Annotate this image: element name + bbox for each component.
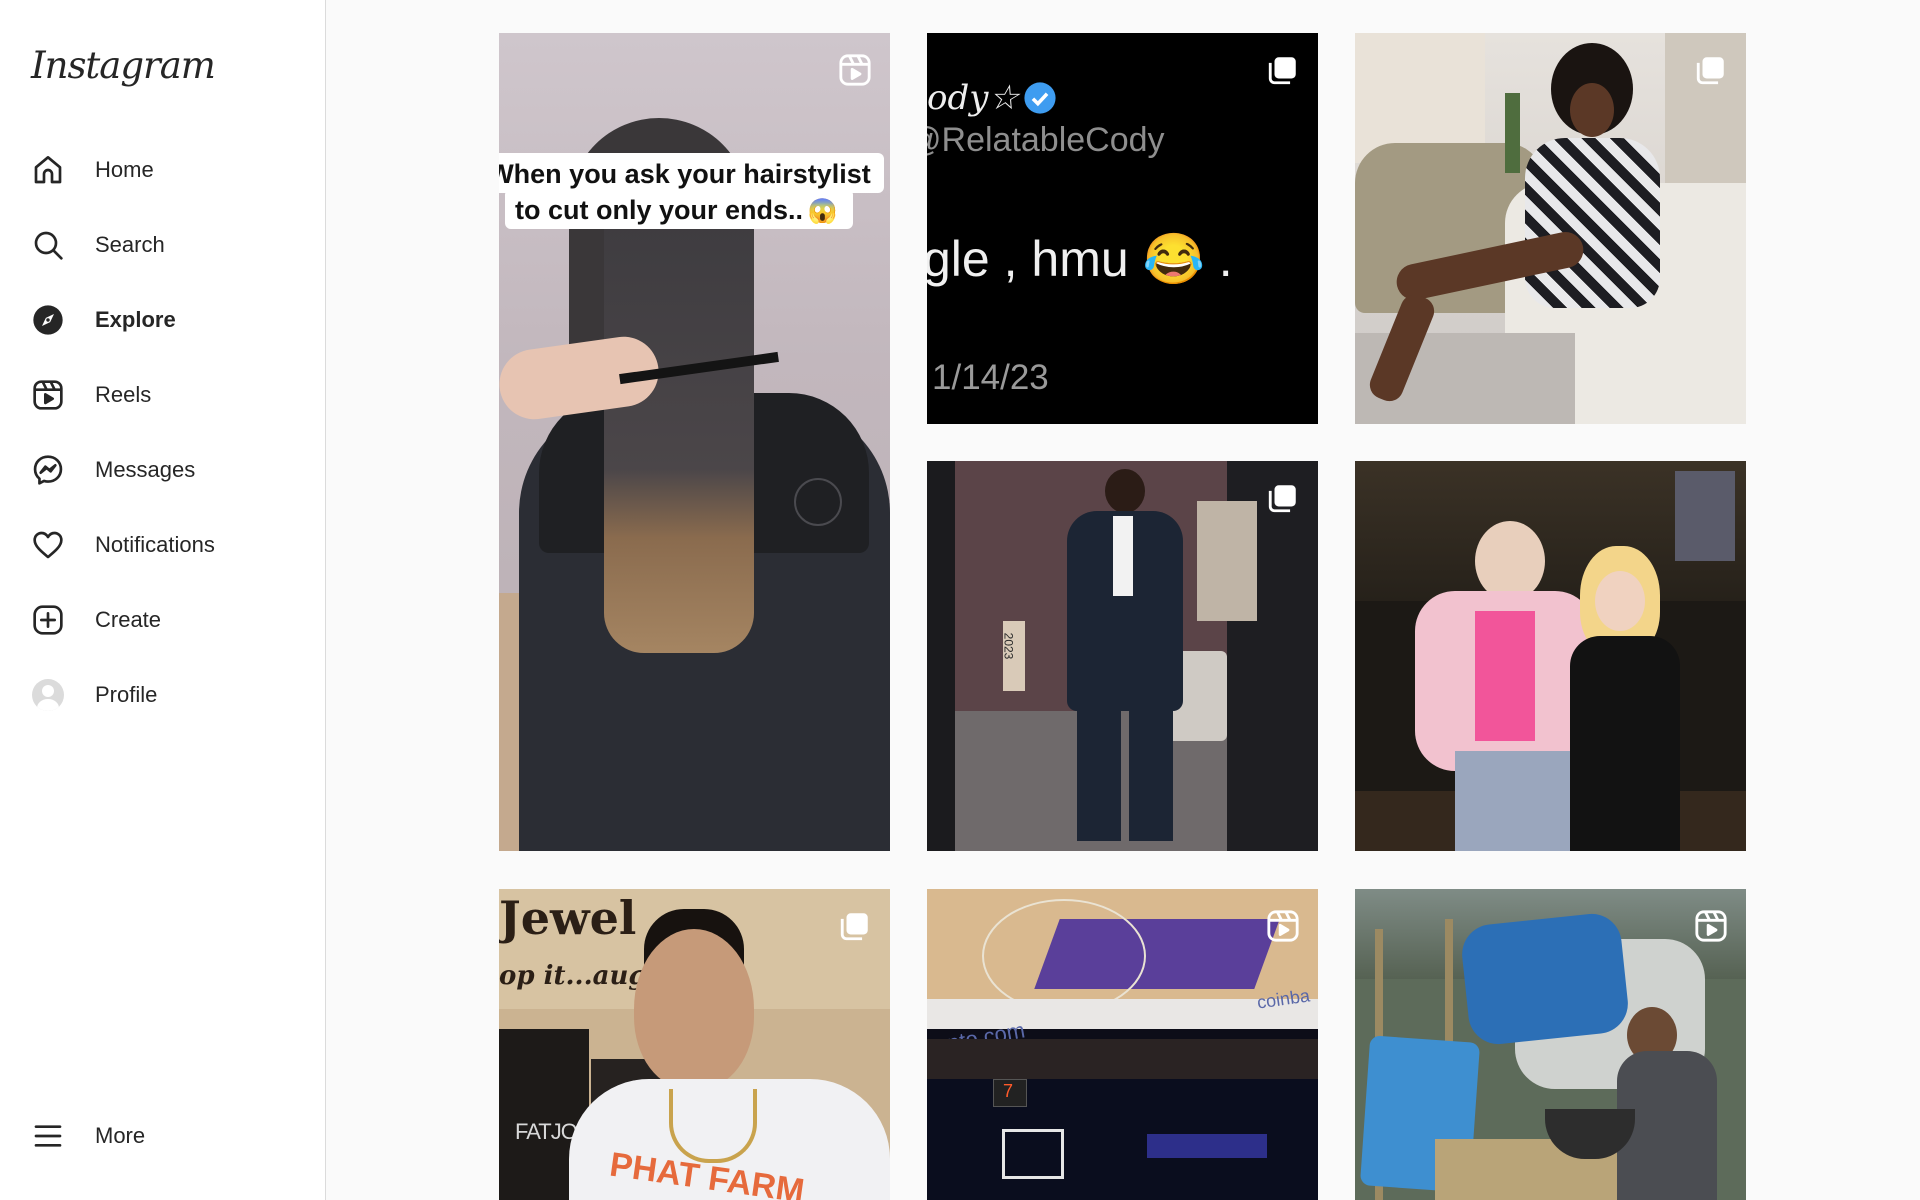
explore-post-reel[interactable]: pto.com coinba 7 — [927, 889, 1318, 1200]
explore-post-carousel[interactable] — [1355, 33, 1746, 424]
hamburger-icon — [30, 1118, 66, 1154]
instagram-logo[interactable]: Instagram — [31, 44, 216, 87]
sidebar-item-explore[interactable]: Explore — [20, 290, 302, 350]
sidebar-item-home[interactable]: Home — [20, 140, 302, 200]
explore-post-reel[interactable] — [1355, 889, 1746, 1200]
carousel-icon — [1266, 53, 1300, 87]
caption-line-2-wrapper: to cut only your ends.. 😱 — [515, 195, 837, 226]
verified-badge-icon — [1023, 81, 1057, 115]
plus-square-icon — [30, 602, 66, 638]
carousel-icon — [838, 909, 872, 943]
sidebar-item-label: Reels — [95, 382, 152, 407]
sidebar: Instagram Home Search Explore Reels Mess… — [0, 0, 326, 1200]
explore-post-carousel[interactable]: 2023 — [927, 461, 1318, 851]
carousel-icon — [1694, 53, 1728, 87]
sidebar-item-profile[interactable]: Profile — [20, 665, 302, 725]
search-icon — [30, 227, 66, 263]
caption-overlay: When you ask your hairstylist to cut onl… — [499, 153, 884, 233]
sidebar-item-notifications[interactable]: Notifications — [20, 515, 302, 575]
tweet-text: gle , hmu 😂 . — [927, 231, 1233, 287]
sidebar-item-search[interactable]: Search — [20, 215, 302, 275]
carousel-icon — [1266, 481, 1300, 515]
sidebar-item-more[interactable]: More — [20, 1106, 302, 1166]
explore-post-photo[interactable] — [1355, 461, 1746, 851]
reels-icon — [30, 377, 66, 413]
caption-line-1: When you ask your hairstylist — [499, 159, 871, 189]
post-photo: Jewel op it...aug. FATJOE PHAT FARM — [499, 889, 890, 1200]
post-photo — [1355, 33, 1746, 424]
emoji: 😱 — [807, 198, 838, 225]
caption-line-2: to cut only your ends.. — [515, 195, 804, 225]
sidebar-item-label: Messages — [95, 457, 196, 482]
compass-icon — [30, 302, 66, 338]
post-photo — [1355, 889, 1746, 1200]
sidebar-item-label: Explore — [95, 307, 176, 332]
tweet-date: 1/14/23 — [932, 358, 1049, 397]
post-photo: pto.com coinba 7 — [927, 889, 1318, 1200]
tweet-name: ody☆ — [927, 78, 1019, 118]
explore-post-reel[interactable]: When you ask your hairstylist to cut onl… — [499, 33, 890, 851]
sidebar-item-label: Notifications — [95, 532, 215, 557]
sign-text: op it...aug. — [499, 961, 656, 991]
messenger-icon — [30, 452, 66, 488]
home-icon — [30, 152, 66, 188]
sign-text: Jewel — [499, 891, 637, 945]
sidebar-item-reels[interactable]: Reels — [20, 365, 302, 425]
post-photo — [1355, 461, 1746, 851]
heart-icon — [30, 527, 66, 563]
sidebar-item-label: More — [95, 1123, 146, 1148]
sidebar-item-messages[interactable]: Messages — [20, 440, 302, 500]
explore-post-carousel[interactable]: ody☆ @RelatableCody gle , hmu 😂 . 1/14/2… — [927, 33, 1318, 424]
sidebar-item-label: Home — [95, 157, 154, 182]
reels-icon — [838, 53, 872, 87]
reels-icon — [1694, 909, 1728, 943]
avatar — [32, 679, 64, 711]
sidebar-item-label: Create — [95, 607, 162, 632]
sidebar-item-label: Search — [95, 232, 165, 257]
reels-icon — [1266, 909, 1300, 943]
scoreboard-text: 7 — [1003, 1081, 1014, 1101]
post-photo: 2023 — [927, 461, 1318, 851]
photo-text: 2023 — [1001, 632, 1016, 660]
sidebar-item-create[interactable]: Create — [20, 590, 302, 650]
sidebar-item-label: Profile — [95, 682, 158, 707]
explore-post-carousel[interactable]: Jewel op it...aug. FATJOE PHAT FARM — [499, 889, 890, 1200]
profile-avatar-wrapper — [30, 677, 66, 713]
tweet-handle: @RelatableCody — [927, 121, 1165, 159]
